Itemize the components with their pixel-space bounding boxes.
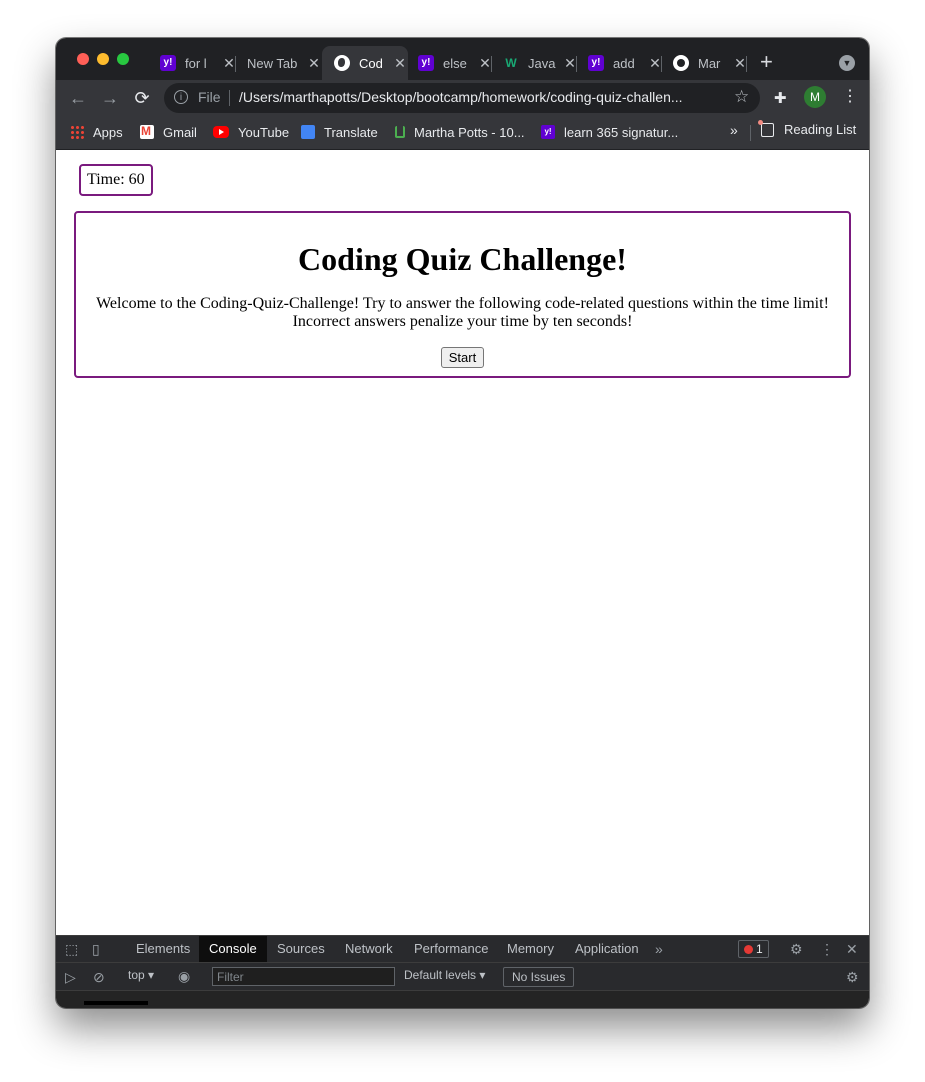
globe-icon: [334, 55, 350, 71]
tab-4[interactable]: y! else ✕: [408, 46, 493, 80]
devtools-tab-console[interactable]: Console: [199, 936, 267, 962]
console-toolbar: ▷ ⊘ top ▾ ◉ Filter Default levels ▾ No I…: [56, 963, 869, 991]
yahoo-icon: y!: [541, 125, 555, 139]
close-tab-icon[interactable]: ✕: [306, 55, 322, 72]
console-sidebar-icon[interactable]: ▷: [65, 969, 76, 985]
extensions-puzzle-icon[interactable]: ✚: [774, 89, 787, 107]
browser-menu-icon[interactable]: ⋮: [842, 86, 858, 108]
yahoo-icon: y!: [160, 55, 176, 71]
bookmark-gmail[interactable]: Gmail: [140, 122, 197, 142]
error-icon: [744, 945, 753, 955]
reload-icon[interactable]: ⟳: [132, 88, 152, 108]
close-tab-icon[interactable]: ✕: [392, 55, 408, 72]
error-count-badge[interactable]: 1: [738, 940, 769, 958]
console-settings-icon[interactable]: ⚙: [846, 969, 859, 985]
zoom-window-button[interactable]: [117, 53, 129, 65]
github-icon: [673, 55, 689, 71]
tab-2[interactable]: New Tab ✕: [237, 46, 322, 80]
bookmark-apps[interactable]: Apps: [70, 122, 123, 142]
close-window-button[interactable]: [77, 53, 89, 65]
page-viewport: Time: 60 Coding Quiz Challenge! Welcome …: [56, 150, 869, 935]
devtools-panel: ⬚ ▯ Elements Console Sources Network Per…: [56, 935, 869, 1008]
devtools-tab-elements[interactable]: Elements: [126, 936, 200, 962]
address-url[interactable]: /Users/marthapotts/Desktop/bootcamp/home…: [239, 89, 683, 105]
intro-text: Welcome to the Coding-Quiz-Challenge! Tr…: [96, 295, 829, 330]
youtube-icon: [213, 126, 229, 138]
page-title: Coding Quiz Challenge!: [298, 241, 627, 277]
start-button[interactable]: Start: [440, 347, 485, 368]
profile-avatar[interactable]: M: [804, 86, 826, 108]
log-levels-dropdown[interactable]: Default levels ▾: [404, 968, 485, 982]
tab-7[interactable]: Mar ✕: [663, 46, 748, 80]
devtools-tab-memory[interactable]: Memory: [497, 936, 564, 962]
browser-window: y! for l ✕ New Tab ✕ Cod ✕ y! else ✕ W J…: [56, 38, 869, 1008]
bookmark-youtube[interactable]: YouTube: [213, 122, 289, 142]
tab-1[interactable]: y! for l ✕: [152, 46, 237, 80]
quiz-timer: Time: 60: [79, 164, 153, 196]
devtools-tab-sources[interactable]: Sources: [267, 936, 335, 962]
devtools-tab-application[interactable]: Application: [565, 936, 649, 962]
context-selector[interactable]: top ▾: [128, 968, 154, 982]
console-scrollbar[interactable]: [84, 1001, 148, 1005]
clear-console-icon[interactable]: ⊘: [93, 969, 105, 985]
forward-arrow-icon[interactable]: →: [100, 88, 120, 108]
bookmark-star-icon[interactable]: ☆: [734, 87, 749, 107]
devtools-settings-icon[interactable]: ⚙: [790, 941, 803, 957]
bookmark-udemy[interactable]: Martha Potts - 10...: [395, 122, 525, 142]
tab-5[interactable]: W Java ✕: [493, 46, 578, 80]
tab-3-active[interactable]: Cod ✕: [322, 46, 408, 80]
bookmarks-bar: Apps Gmail YouTube Translate Martha Pott…: [56, 116, 869, 150]
devtools-tab-network[interactable]: Network: [335, 936, 403, 962]
bookmark-learn-365[interactable]: y! learn 365 signatur...: [541, 122, 678, 142]
yahoo-icon: y!: [588, 55, 604, 71]
udemy-icon: [395, 126, 405, 138]
live-expression-eye-icon[interactable]: ◉: [178, 968, 190, 984]
w3-icon: W: [505, 56, 517, 70]
bookmarks-overflow-button[interactable]: »: [730, 122, 738, 138]
console-filter-input[interactable]: Filter: [212, 967, 395, 986]
apps-grid-icon: [70, 125, 84, 139]
new-tab-button[interactable]: +: [760, 51, 773, 73]
reading-list-icon: [758, 119, 774, 137]
translate-icon: [301, 125, 315, 139]
tab-6[interactable]: y! add ✕: [578, 46, 663, 80]
issues-button[interactable]: No Issues: [503, 967, 575, 987]
browser-toolbar: ← → ⟳ i File /Users/marthapotts/Desktop/…: [56, 80, 869, 116]
yahoo-icon: y!: [418, 55, 434, 71]
tab-search-icon[interactable]: ▼: [839, 55, 855, 71]
devtools-menu-icon[interactable]: ⋮: [820, 941, 834, 957]
inspect-element-icon[interactable]: ⬚: [65, 941, 78, 957]
devtools-tabbar: ⬚ ▯ Elements Console Sources Network Per…: [56, 936, 869, 963]
tab-strip: y! for l ✕ New Tab ✕ Cod ✕ y! else ✕ W J…: [56, 38, 869, 80]
address-bar[interactable]: i File /Users/marthapotts/Desktop/bootca…: [164, 83, 760, 113]
gmail-icon: [140, 124, 154, 139]
devtools-tab-performance[interactable]: Performance: [404, 936, 498, 962]
minimize-window-button[interactable]: [97, 53, 109, 65]
info-icon[interactable]: i: [174, 90, 188, 104]
quiz-intro-card: Coding Quiz Challenge! Welcome to the Co…: [74, 211, 851, 378]
device-toolbar-icon[interactable]: ▯: [92, 941, 100, 957]
devtools-close-icon[interactable]: ✕: [846, 941, 858, 957]
back-arrow-icon[interactable]: ←: [68, 88, 88, 108]
reading-list-button[interactable]: Reading List: [758, 119, 856, 137]
address-scheme-label: File: [198, 89, 221, 105]
devtools-more-tabs-button[interactable]: »: [655, 941, 663, 957]
bookmark-translate[interactable]: Translate: [301, 122, 378, 142]
